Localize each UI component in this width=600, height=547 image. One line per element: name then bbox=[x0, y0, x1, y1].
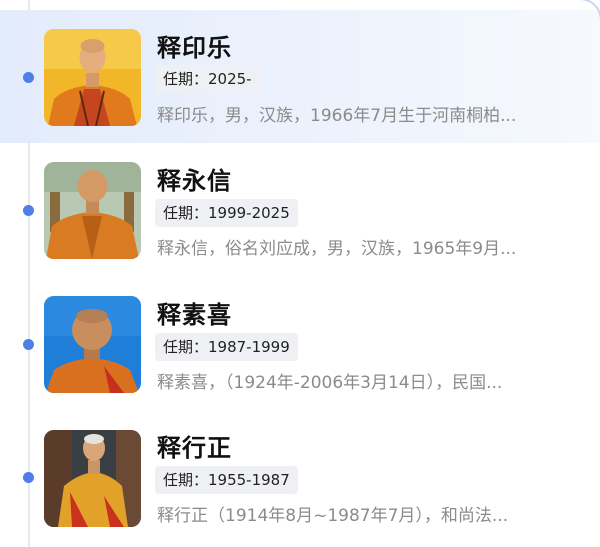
abbot-timeline: 释印乐 任期：2025- 释印乐，男，汉族，1966年7月生于河南桐柏... 释… bbox=[0, 0, 600, 547]
term-badge: 任期：2025- bbox=[155, 65, 260, 93]
abbot-name: 释永信 bbox=[157, 167, 232, 195]
term-badge: 任期：1955-1987 bbox=[155, 466, 298, 494]
term-badge: 任期：1987-1999 bbox=[155, 333, 298, 361]
abbot-name: 释行正 bbox=[157, 434, 232, 462]
portrait-photo bbox=[44, 430, 141, 527]
abbot-name: 释印乐 bbox=[157, 34, 232, 62]
timeline-item-4[interactable]: 释行正 任期：1955-1987 释行正（1914年8月~1987年7月），和尚… bbox=[0, 412, 600, 545]
portrait-photo bbox=[44, 29, 141, 126]
portrait-photo bbox=[44, 296, 141, 393]
timeline-dot bbox=[23, 205, 34, 216]
abbot-summary: 释永信，俗名刘应成，男，汉族，1965年9月... bbox=[157, 239, 517, 259]
abbot-summary: 释印乐，男，汉族，1966年7月生于河南桐柏... bbox=[157, 106, 517, 126]
timeline-dot bbox=[23, 72, 34, 83]
timeline-item-2[interactable]: 释永信 任期：1999-2025 释永信，俗名刘应成，男，汉族，1965年9月.… bbox=[0, 144, 600, 277]
abbot-summary: 释行正（1914年8月~1987年7月），和尚法... bbox=[157, 506, 509, 526]
term-badge: 任期：1999-2025 bbox=[155, 199, 298, 227]
timeline-item-3[interactable]: 释素喜 任期：1987-1999 释素喜，（1924年-2006年3月14日），… bbox=[0, 278, 600, 411]
timeline-dot bbox=[23, 339, 34, 350]
timeline-dot bbox=[23, 472, 34, 483]
abbot-summary: 释素喜，（1924年-2006年3月14日），民国... bbox=[157, 373, 503, 393]
abbot-name: 释素喜 bbox=[157, 301, 232, 329]
timeline-item-1[interactable]: 释印乐 任期：2025- 释印乐，男，汉族，1966年7月生于河南桐柏... bbox=[0, 10, 600, 143]
portrait-photo bbox=[44, 162, 141, 259]
